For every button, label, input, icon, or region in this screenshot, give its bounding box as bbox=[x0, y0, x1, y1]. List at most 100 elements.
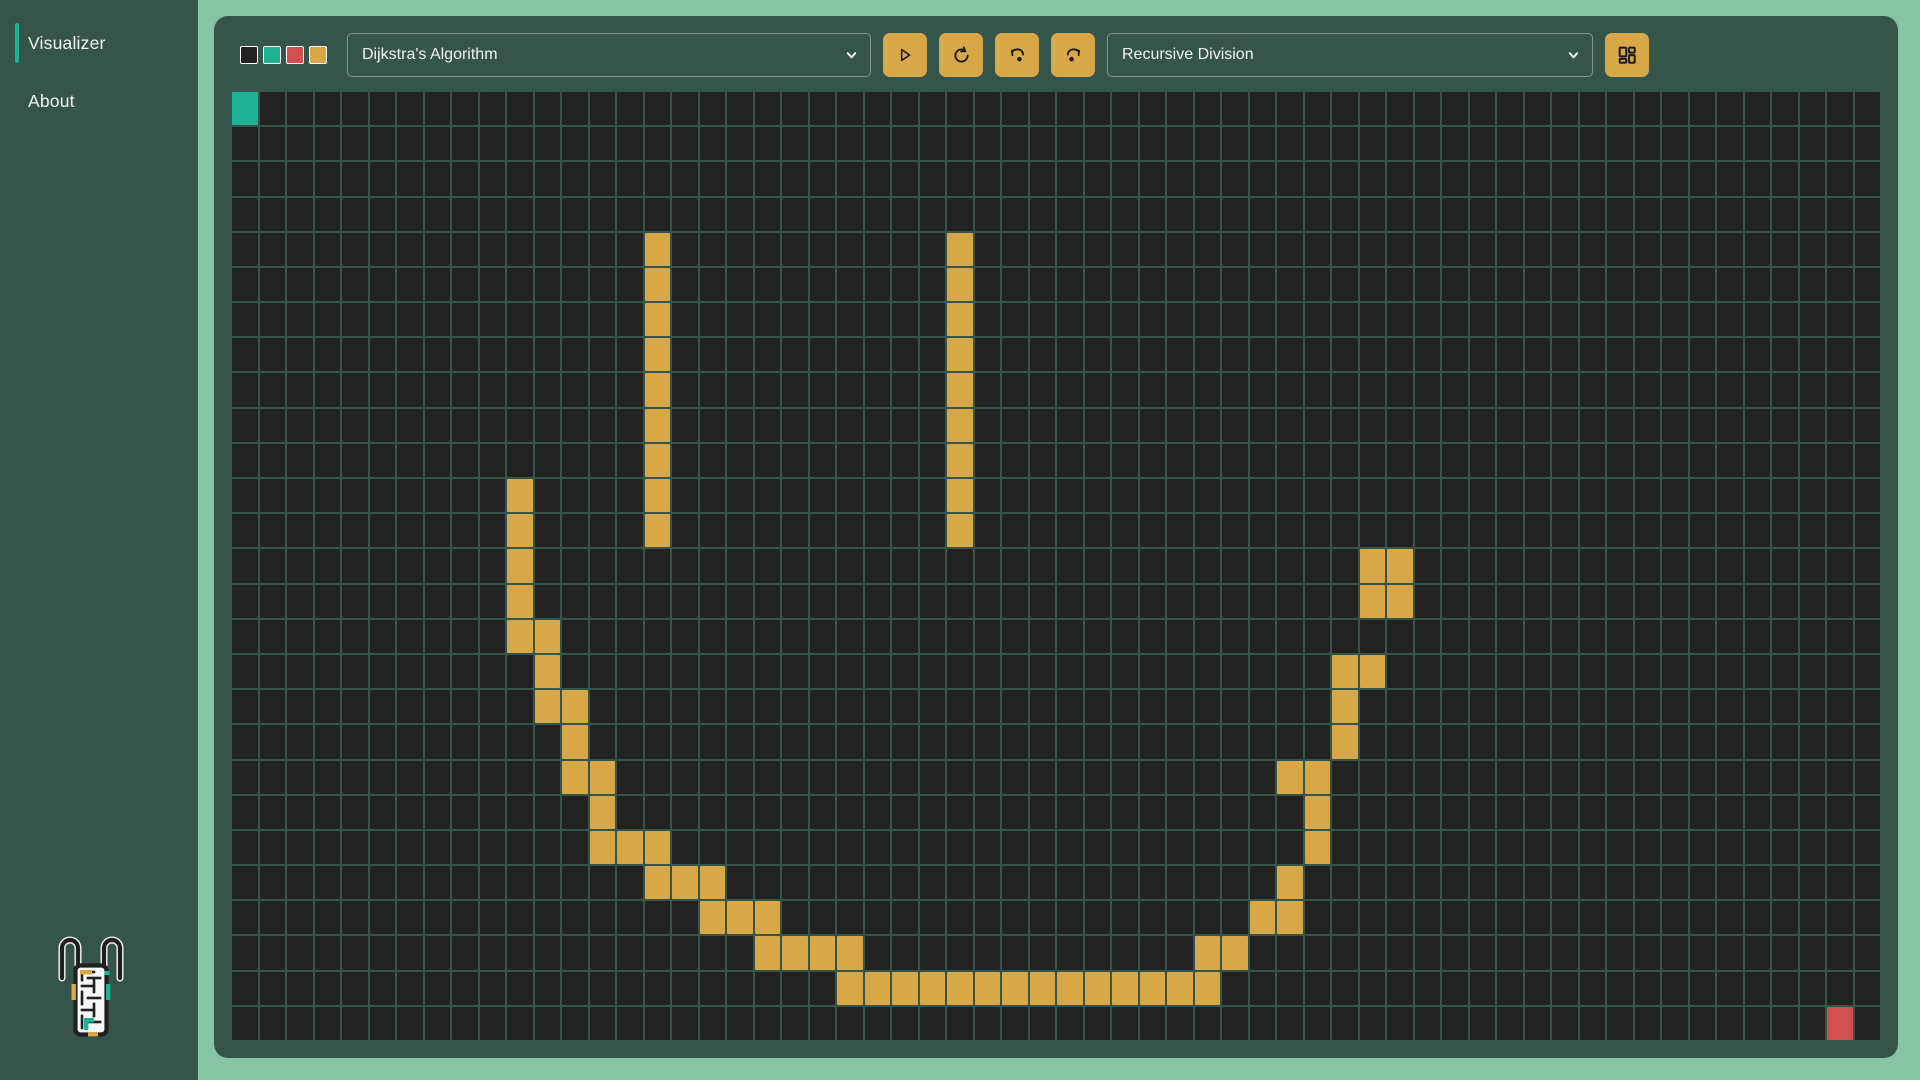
grid-cell[interactable] bbox=[1607, 725, 1633, 758]
grid-cell[interactable] bbox=[287, 620, 313, 653]
grid-cell[interactable] bbox=[672, 831, 698, 864]
grid-cell[interactable] bbox=[342, 338, 368, 371]
grid-cell[interactable] bbox=[397, 901, 423, 934]
grid-cell[interactable] bbox=[1772, 373, 1798, 406]
grid-cell[interactable] bbox=[1662, 690, 1688, 723]
grid-cell[interactable] bbox=[1497, 233, 1523, 266]
grid-cell[interactable] bbox=[1552, 585, 1578, 618]
grid-cell[interactable] bbox=[837, 268, 863, 301]
grid-cell[interactable] bbox=[590, 901, 616, 934]
grid-cell[interactable] bbox=[342, 1007, 368, 1040]
grid-cell[interactable] bbox=[562, 338, 588, 371]
grid-cell[interactable] bbox=[425, 479, 451, 512]
grid-cell[interactable] bbox=[1415, 831, 1441, 864]
grid-cell[interactable] bbox=[1607, 549, 1633, 582]
grid-cell[interactable] bbox=[920, 444, 946, 477]
grid-cell[interactable] bbox=[1057, 655, 1083, 688]
grid-cell[interactable] bbox=[590, 585, 616, 618]
grid-cell[interactable] bbox=[370, 866, 396, 899]
grid-cell[interactable] bbox=[1222, 444, 1248, 477]
grid-cell[interactable] bbox=[865, 1007, 891, 1040]
grid-cell[interactable] bbox=[1030, 409, 1056, 442]
grid-cell[interactable] bbox=[370, 972, 396, 1005]
grid-cell[interactable] bbox=[892, 409, 918, 442]
wall-node[interactable] bbox=[645, 268, 671, 301]
grid-cell[interactable] bbox=[287, 373, 313, 406]
grid-cell[interactable] bbox=[1415, 549, 1441, 582]
grid-cell[interactable] bbox=[342, 127, 368, 160]
wall-node[interactable] bbox=[1195, 972, 1221, 1005]
grid-cell[interactable] bbox=[1855, 127, 1881, 160]
grid-cell[interactable] bbox=[452, 444, 478, 477]
grid-cell[interactable] bbox=[1167, 479, 1193, 512]
grid-cell[interactable] bbox=[865, 514, 891, 547]
grid-cell[interactable] bbox=[1195, 127, 1221, 160]
grid-cell[interactable] bbox=[535, 549, 561, 582]
grid-cell[interactable] bbox=[1717, 690, 1743, 723]
grid-cell[interactable] bbox=[1497, 585, 1523, 618]
grid-cell[interactable] bbox=[1497, 690, 1523, 723]
grid-cell[interactable] bbox=[782, 198, 808, 231]
grid-cell[interactable] bbox=[1717, 866, 1743, 899]
grid-cell[interactable] bbox=[1167, 1007, 1193, 1040]
grid-cell[interactable] bbox=[232, 936, 258, 969]
grid-cell[interactable] bbox=[1415, 303, 1441, 336]
grid-cell[interactable] bbox=[1745, 127, 1771, 160]
grid-cell[interactable] bbox=[287, 92, 313, 125]
grid-cell[interactable] bbox=[1497, 761, 1523, 794]
grid-cell[interactable] bbox=[370, 655, 396, 688]
grid-cell[interactable] bbox=[1167, 761, 1193, 794]
grid-cell[interactable] bbox=[590, 655, 616, 688]
grid-cell[interactable] bbox=[1745, 162, 1771, 195]
grid-size-button[interactable] bbox=[1605, 33, 1649, 77]
grid-cell[interactable] bbox=[370, 936, 396, 969]
grid-cell[interactable] bbox=[727, 620, 753, 653]
grid-cell[interactable] bbox=[1827, 303, 1853, 336]
grid-cell[interactable] bbox=[1662, 514, 1688, 547]
grid-cell[interactable] bbox=[920, 620, 946, 653]
grid-cell[interactable] bbox=[1030, 655, 1056, 688]
grid-cell[interactable] bbox=[782, 901, 808, 934]
grid-cell[interactable] bbox=[1085, 901, 1111, 934]
grid-cell[interactable] bbox=[1085, 831, 1111, 864]
grid-cell[interactable] bbox=[1277, 796, 1303, 829]
grid-cell[interactable] bbox=[1855, 373, 1881, 406]
grid-cell[interactable] bbox=[425, 514, 451, 547]
grid-cell[interactable] bbox=[1360, 409, 1386, 442]
grid-cell[interactable] bbox=[755, 444, 781, 477]
grid-cell[interactable] bbox=[287, 303, 313, 336]
grid-cell[interactable] bbox=[425, 585, 451, 618]
grid-cell[interactable] bbox=[865, 444, 891, 477]
grid-cell[interactable] bbox=[1745, 268, 1771, 301]
grid-cell[interactable] bbox=[1745, 866, 1771, 899]
grid-cell[interactable] bbox=[1690, 585, 1716, 618]
grid-cell[interactable] bbox=[1497, 725, 1523, 758]
grid-cell[interactable] bbox=[1552, 198, 1578, 231]
grid-cell[interactable] bbox=[1442, 901, 1468, 934]
grid-cell[interactable] bbox=[1167, 936, 1193, 969]
wall-node[interactable] bbox=[755, 901, 781, 934]
grid-cell[interactable] bbox=[1222, 761, 1248, 794]
grid-cell[interactable] bbox=[1195, 831, 1221, 864]
grid-cell[interactable] bbox=[397, 1007, 423, 1040]
grid-cell[interactable] bbox=[1800, 1007, 1826, 1040]
grid-cell[interactable] bbox=[1112, 796, 1138, 829]
grid-cell[interactable] bbox=[260, 655, 286, 688]
grid-cell[interactable] bbox=[1250, 1007, 1276, 1040]
grid-cell[interactable] bbox=[1112, 936, 1138, 969]
start-node[interactable] bbox=[232, 92, 258, 125]
grid-cell[interactable] bbox=[1222, 690, 1248, 723]
grid-cell[interactable] bbox=[975, 725, 1001, 758]
grid-cell[interactable] bbox=[727, 549, 753, 582]
grid-cell[interactable] bbox=[1222, 373, 1248, 406]
grid-cell[interactable] bbox=[260, 268, 286, 301]
grid-cell[interactable] bbox=[315, 972, 341, 1005]
grid-cell[interactable] bbox=[260, 936, 286, 969]
grid-cell[interactable] bbox=[700, 725, 726, 758]
grid-cell[interactable] bbox=[1497, 831, 1523, 864]
grid-cell[interactable] bbox=[370, 373, 396, 406]
grid-cell[interactable] bbox=[755, 972, 781, 1005]
grid-cell[interactable] bbox=[672, 585, 698, 618]
grid-cell[interactable] bbox=[892, 936, 918, 969]
grid-cell[interactable] bbox=[1387, 303, 1413, 336]
